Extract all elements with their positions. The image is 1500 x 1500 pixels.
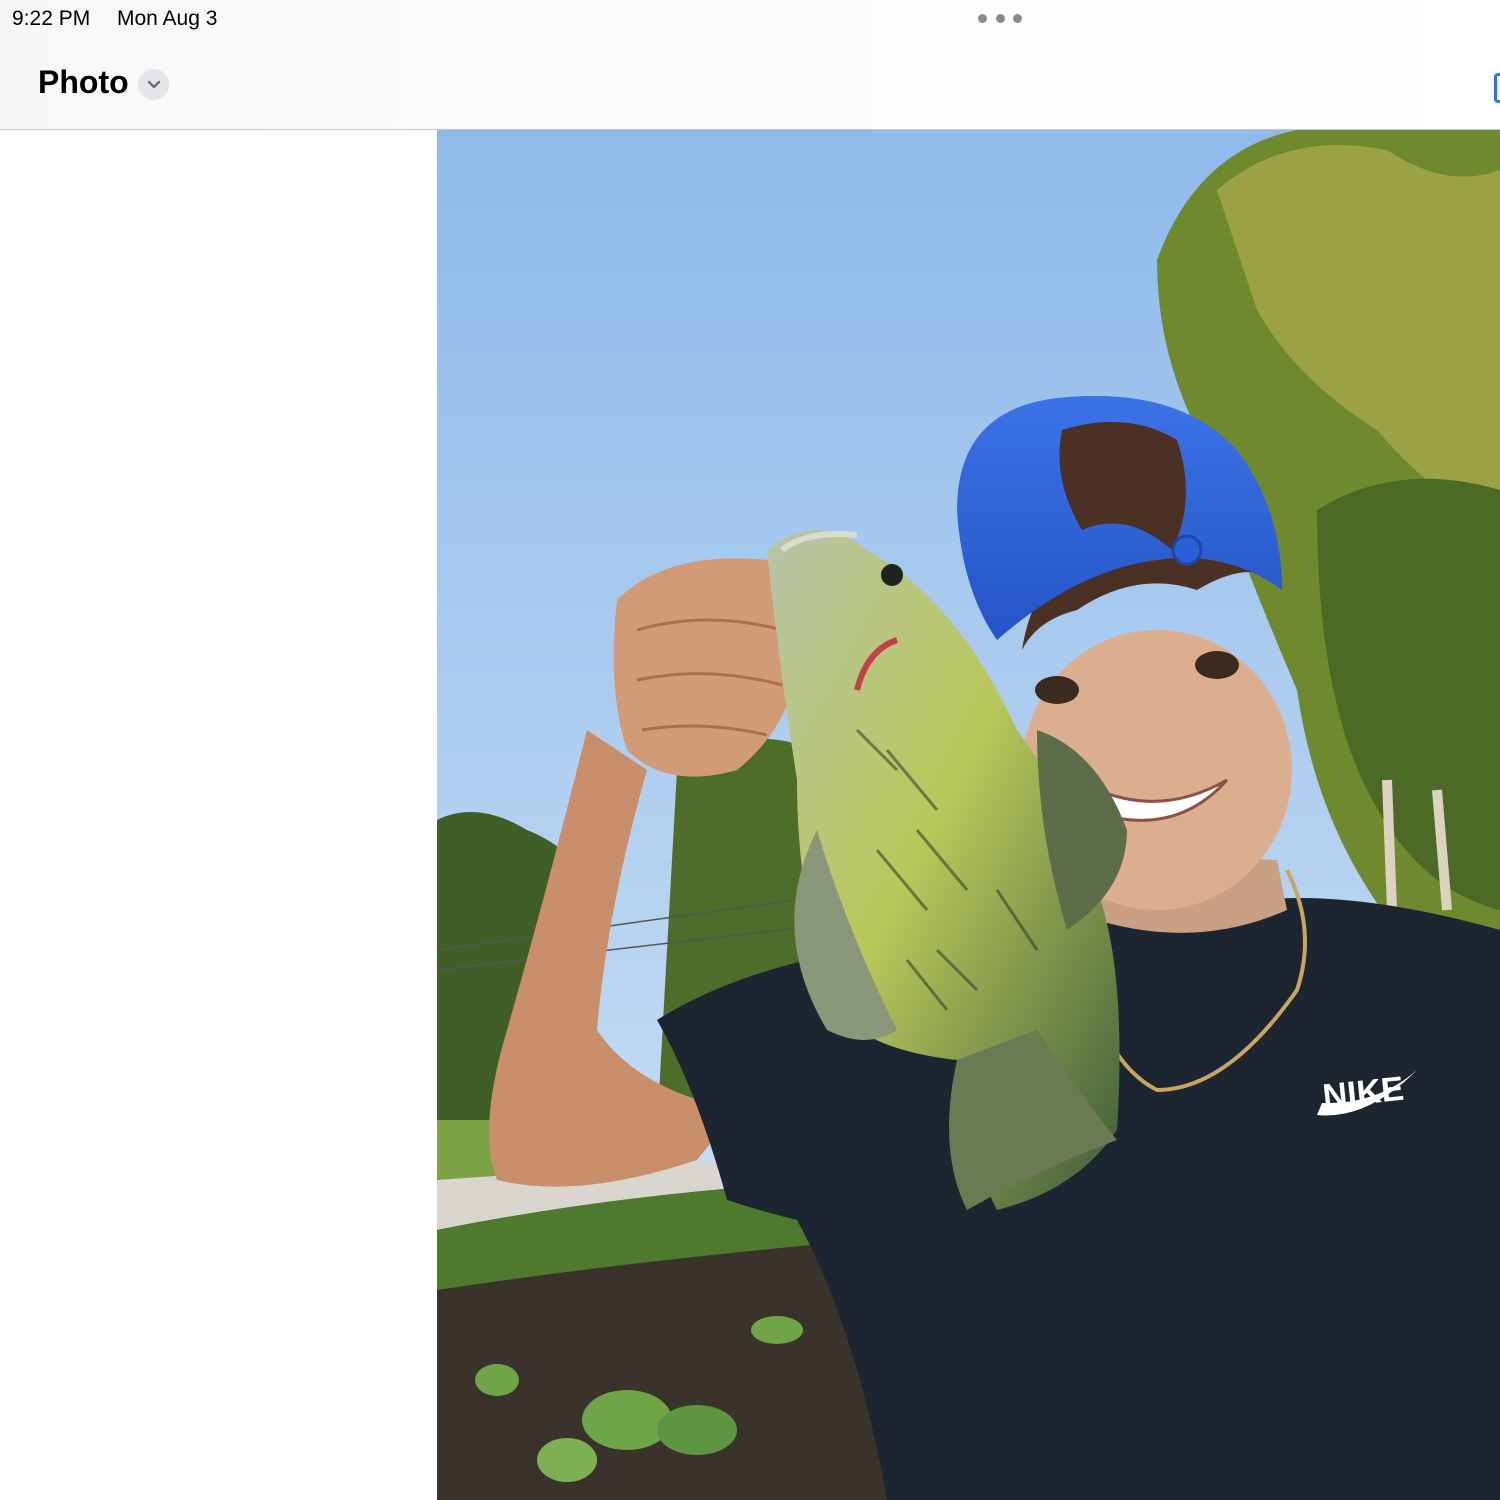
title-menu-button[interactable] bbox=[138, 69, 169, 100]
photo-image: NIKE bbox=[437, 130, 1500, 1500]
status-date: Mon Aug 3 bbox=[117, 7, 218, 30]
sidebar-toggle-button[interactable] bbox=[1494, 73, 1500, 103]
sidebar-panel bbox=[0, 131, 437, 1500]
ellipsis-icon[interactable] bbox=[978, 13, 1022, 23]
status-bar: 9:22 PM Mon Aug 3 bbox=[0, 0, 1500, 38]
photo-view[interactable]: NIKE bbox=[437, 130, 1500, 1500]
chevron-down-icon bbox=[147, 80, 160, 88]
page-title: Photo bbox=[38, 64, 129, 100]
status-time: 9:22 PM bbox=[12, 7, 91, 30]
nav-bar: 9:22 PM Mon Aug 3 Photo bbox=[0, 0, 1500, 130]
